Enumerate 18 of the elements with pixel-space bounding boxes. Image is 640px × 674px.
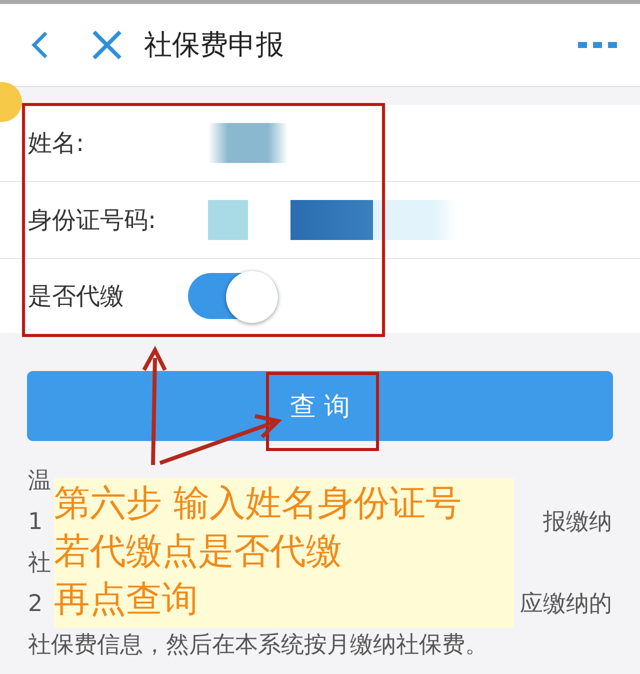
annotation-text: 再点查询: [54, 578, 199, 622]
redacted-field-value[interactable]: [208, 123, 288, 163]
tip-text: 报缴纳: [543, 508, 612, 537]
toggle-label: 是否代缴: [28, 281, 125, 312]
query-button[interactable]: 查 询: [27, 371, 613, 441]
tip-text: 应缴纳的: [520, 590, 612, 619]
page-title: 社保费申报: [144, 27, 285, 63]
redacted-field-value[interactable]: [208, 200, 458, 240]
tip-text: 社: [28, 549, 51, 578]
field-label: 姓名:: [28, 128, 86, 159]
field-label: 身份证号码:: [28, 205, 158, 236]
tip-text: 温: [28, 467, 51, 496]
tip-text: 社保费信息，然后在本系统按月缴纳社保费。: [28, 631, 488, 660]
more-icon[interactable]: [578, 40, 618, 50]
annotation-text: 第六步 输入姓名身份证号: [54, 482, 462, 526]
tip-text: 1: [28, 508, 43, 537]
tip-text: 2: [28, 590, 43, 619]
annotation-text: 若代缴点是否代缴: [54, 530, 343, 574]
